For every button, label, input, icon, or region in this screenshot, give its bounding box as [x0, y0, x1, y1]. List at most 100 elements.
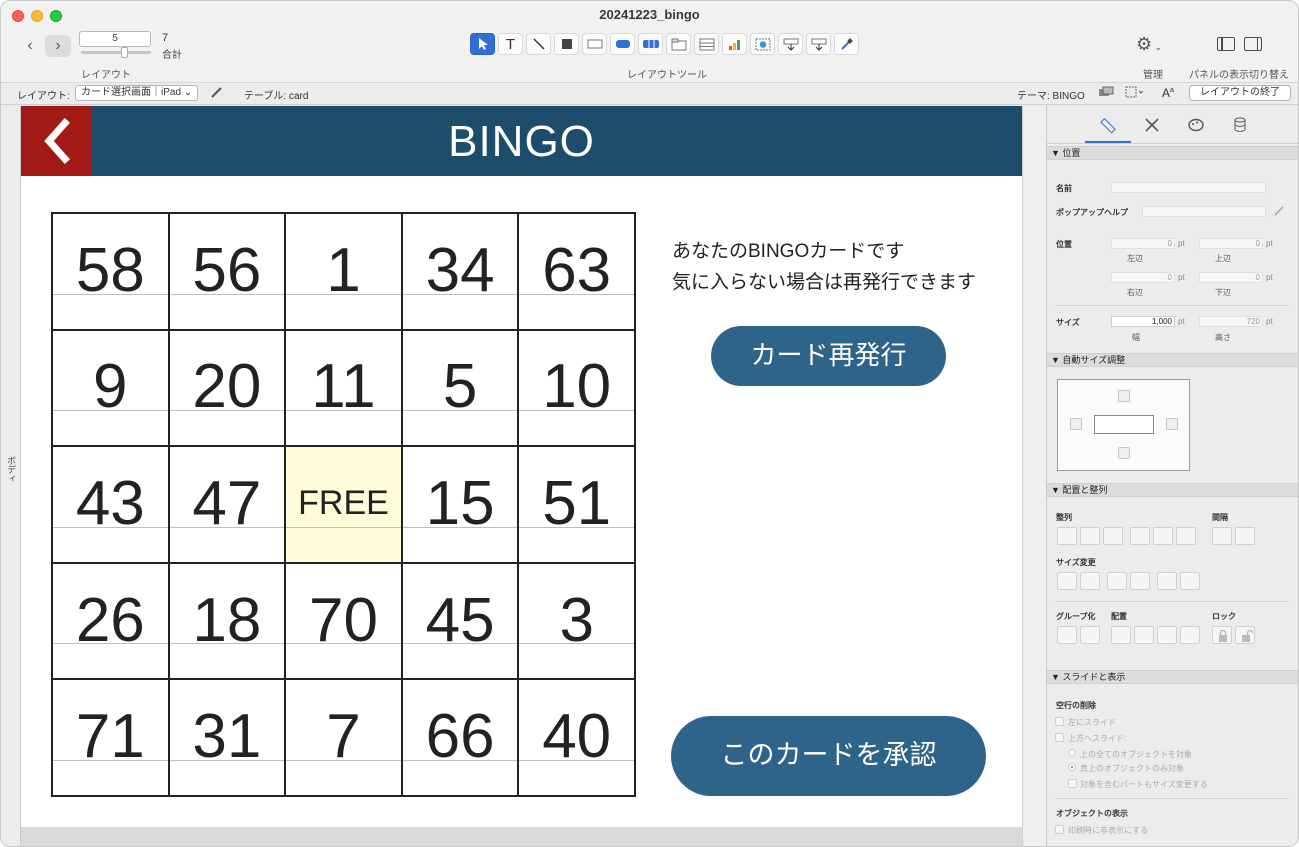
bingo-cell-r1c4[interactable]: 34 [401, 213, 519, 330]
insert-field-tool[interactable] [778, 33, 803, 55]
resize-smallest-height-button[interactable] [1107, 572, 1127, 590]
slide-left-checkbox[interactable] [1055, 717, 1064, 726]
left-panel-toggle[interactable] [1217, 37, 1235, 51]
bingo-cell-r2c4[interactable]: 5 [401, 329, 519, 447]
layout-number-field[interactable]: 5 [79, 31, 151, 47]
right-panel-toggle[interactable] [1244, 37, 1262, 51]
bingo-cell-r4c3[interactable]: 70 [285, 562, 402, 680]
slide-resize-part-checkbox[interactable] [1068, 779, 1077, 788]
body-part-tab[interactable]: ボディ [1, 106, 21, 846]
insert-part-tool[interactable] [806, 33, 831, 55]
theme-button[interactable] [1098, 86, 1114, 99]
distribute-horizontal-button[interactable] [1212, 527, 1232, 545]
tab-position[interactable] [1099, 116, 1117, 134]
slide-up-checkbox[interactable] [1055, 733, 1064, 742]
edit-help-button[interactable] [1273, 205, 1285, 219]
resize-smallest-width-button[interactable] [1057, 572, 1077, 590]
layout-slider-knob[interactable] [121, 47, 128, 58]
align-left-button[interactable] [1057, 527, 1077, 545]
slide-directly-above-radio[interactable] [1068, 763, 1076, 771]
align-bottom-button[interactable] [1176, 527, 1196, 545]
align-right-button[interactable] [1103, 527, 1123, 545]
layout-slider[interactable] [81, 47, 151, 58]
bingo-cell-r1c3[interactable]: 1 [285, 213, 402, 330]
bring-forward-button[interactable] [1134, 626, 1154, 644]
exit-layout-button[interactable]: レイアウトの終了 [1189, 85, 1291, 101]
resize-largest-both-button[interactable] [1180, 572, 1200, 590]
right-field[interactable]: 0 [1111, 272, 1175, 283]
lock-button[interactable] [1212, 626, 1232, 644]
approve-card-button[interactable]: このカードを承認 [671, 716, 986, 796]
bingo-free-cell[interactable]: FREE [285, 446, 402, 563]
text-tool[interactable]: T [498, 33, 523, 55]
bingo-cell-r3c5[interactable]: 51 [518, 446, 635, 563]
bingo-cell-r4c4[interactable]: 45 [401, 562, 519, 680]
shape-tool[interactable] [554, 33, 579, 55]
section-position-header[interactable]: ▼ 位置 [1047, 146, 1298, 160]
chart-tool[interactable] [722, 33, 747, 55]
slide-all-above-radio[interactable] [1068, 749, 1076, 757]
bingo-cell-r3c2[interactable]: 47 [168, 446, 286, 563]
align-top-button[interactable] [1130, 527, 1150, 545]
group-button[interactable] [1057, 626, 1077, 644]
bingo-cell-r5c3[interactable]: 7 [285, 679, 402, 796]
bingo-cell-r5c2[interactable]: 31 [168, 679, 286, 796]
resize-largest-width-button[interactable] [1080, 572, 1100, 590]
tab-styles[interactable] [1143, 116, 1161, 134]
bingo-cell-r2c3[interactable]: 11 [285, 329, 402, 447]
format-painter-tool[interactable] [834, 33, 859, 55]
pointer-tool[interactable] [470, 33, 495, 55]
send-backward-button[interactable] [1157, 626, 1177, 644]
bingo-cell-r4c2[interactable]: 18 [168, 562, 286, 680]
bingo-cell-r4c5[interactable]: 3 [518, 562, 635, 680]
grid-menu-button[interactable] [1125, 86, 1144, 99]
align-center-button[interactable] [1080, 527, 1100, 545]
popup-help-field[interactable] [1142, 206, 1266, 217]
previous-record-button[interactable]: ‹ [17, 35, 43, 57]
send-to-back-button[interactable] [1180, 626, 1200, 644]
bingo-cell-r2c5[interactable]: 10 [518, 329, 635, 447]
anchor-top-toggle[interactable] [1118, 390, 1130, 402]
bottom-field[interactable]: 0 [1199, 272, 1263, 283]
height-field[interactable]: 720 [1199, 316, 1263, 327]
reissue-card-button[interactable]: カード再発行 [711, 326, 946, 386]
section-arrange-header[interactable]: ▼ 配置と整列 [1047, 483, 1298, 497]
vertical-scrollbar[interactable] [1022, 106, 1046, 846]
bingo-cell-r3c1[interactable]: 43 [52, 446, 169, 563]
portal-tool[interactable] [694, 33, 719, 55]
field-tool[interactable] [582, 33, 607, 55]
tab-control-tool[interactable] [666, 33, 691, 55]
anchor-bottom-toggle[interactable] [1118, 447, 1130, 459]
edit-layout-name-button[interactable] [210, 86, 224, 99]
width-field[interactable]: 1,000 [1111, 316, 1175, 327]
bingo-cell-r4c1[interactable]: 26 [52, 562, 169, 680]
align-middle-button[interactable] [1153, 527, 1173, 545]
distribute-vertical-button[interactable] [1235, 527, 1255, 545]
object-name-field[interactable] [1111, 182, 1266, 193]
button-tool[interactable] [610, 33, 635, 55]
button-bar-tool[interactable] [638, 33, 663, 55]
anchor-right-toggle[interactable] [1166, 418, 1178, 430]
top-field[interactable]: 0 [1199, 238, 1263, 249]
bingo-cell-r3c4[interactable]: 15 [401, 446, 519, 563]
bingo-cell-r2c2[interactable]: 20 [168, 329, 286, 447]
bingo-cell-r5c1[interactable]: 71 [52, 679, 169, 796]
text-format-button[interactable]: Aa [1162, 86, 1176, 100]
manage-menu-button[interactable]: ⚙ ⌄ [1136, 34, 1162, 55]
layout-select[interactable]: カード選択画面｜iPad ⌄ [75, 85, 199, 101]
web-viewer-tool[interactable] [750, 33, 775, 55]
next-record-button[interactable]: › [45, 35, 71, 57]
resize-smallest-both-button[interactable] [1157, 572, 1177, 590]
anchor-left-toggle[interactable] [1070, 418, 1082, 430]
tab-appearance[interactable] [1187, 116, 1205, 134]
bingo-cell-r5c5[interactable]: 40 [518, 679, 635, 796]
unlock-button[interactable] [1235, 626, 1255, 644]
line-tool[interactable] [526, 33, 551, 55]
bingo-cell-r5c4[interactable]: 66 [401, 679, 519, 796]
resize-largest-height-button[interactable] [1130, 572, 1150, 590]
left-field[interactable]: 0 [1111, 238, 1175, 249]
ungroup-button[interactable] [1080, 626, 1100, 644]
bingo-cell-r1c2[interactable]: 56 [168, 213, 286, 330]
section-slide-header[interactable]: ▼ スライドと表示 [1047, 670, 1298, 684]
section-autosize-header[interactable]: ▼ 自動サイズ調整 [1047, 353, 1298, 367]
